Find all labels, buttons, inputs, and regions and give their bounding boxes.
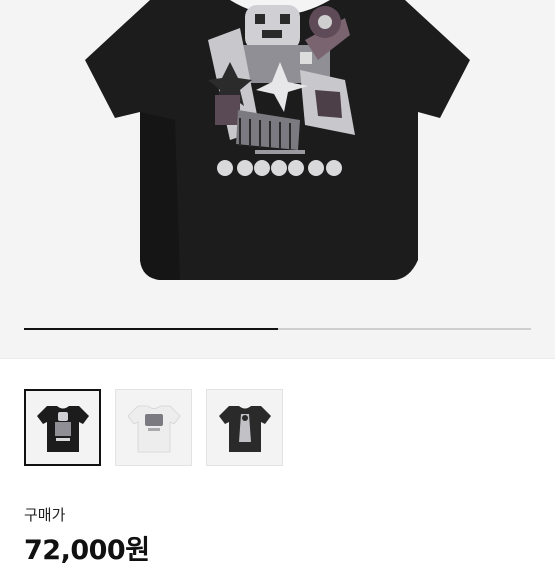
price-value: 72,000원 xyxy=(24,535,150,566)
section-divider xyxy=(0,358,555,359)
thumbnail-strip xyxy=(24,389,283,466)
gallery-progress-track xyxy=(24,328,531,330)
black-tshirt-print-icon xyxy=(218,405,271,452)
thumbnail-1[interactable] xyxy=(24,389,101,466)
thumbnail-2[interactable] xyxy=(115,389,192,466)
gallery-progress-fill xyxy=(24,328,278,330)
thumbnail-3[interactable] xyxy=(206,389,283,466)
black-tshirt-graphic-icon xyxy=(36,405,89,452)
product-main-image[interactable] xyxy=(0,0,555,358)
black-tshirt-graphic-icon xyxy=(85,0,470,280)
price-label: 구매가 xyxy=(24,506,66,524)
white-tshirt-graphic-icon xyxy=(126,405,181,452)
